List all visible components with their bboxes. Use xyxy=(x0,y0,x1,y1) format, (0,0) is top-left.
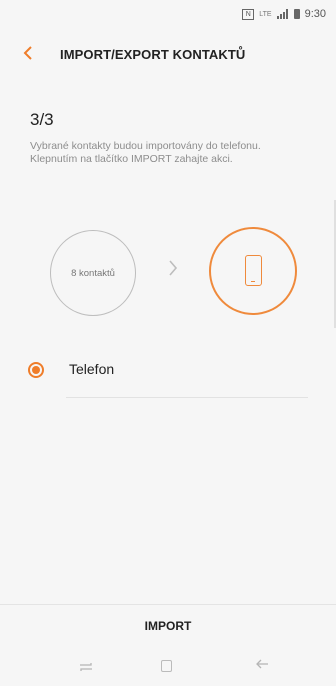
chevron-right-icon xyxy=(167,258,179,284)
home-icon[interactable] xyxy=(161,660,172,672)
phone-target-circle xyxy=(209,227,297,315)
header: IMPORT/EXPORT KONTAKTŮ xyxy=(0,44,336,68)
step-number: 3/3 xyxy=(30,110,54,129)
import-button[interactable]: IMPORT xyxy=(0,619,336,633)
back-button[interactable] xyxy=(22,44,44,66)
navigation-bar xyxy=(0,650,336,686)
chevron-left-icon xyxy=(23,46,32,60)
recent-apps-icon[interactable] xyxy=(78,660,94,677)
import-bar: IMPORT xyxy=(0,604,336,651)
lte-label: LTE xyxy=(259,10,272,18)
signal-icon xyxy=(276,9,289,19)
divider xyxy=(66,397,308,398)
nfc-icon: N xyxy=(242,8,255,20)
status-icons: N LTE 9:30 xyxy=(242,8,326,20)
back-icon[interactable] xyxy=(255,657,269,675)
contacts-count-label: 8 kontaktů xyxy=(71,267,115,279)
step-description: Vybrané kontakty budou importovány do te… xyxy=(30,140,261,165)
status-time: 9:30 xyxy=(304,8,326,20)
page-title: IMPORT/EXPORT KONTAKTŮ xyxy=(60,47,246,62)
battery-icon xyxy=(293,9,300,19)
option-label: Telefon xyxy=(69,361,115,377)
option-telefon[interactable]: Telefon xyxy=(0,355,336,391)
status-bar: N LTE 9:30 xyxy=(0,0,336,28)
phone-icon xyxy=(245,255,262,286)
telefon-radio-button[interactable] xyxy=(28,362,44,378)
contacts-count-circle: 8 kontaktů xyxy=(50,230,136,316)
